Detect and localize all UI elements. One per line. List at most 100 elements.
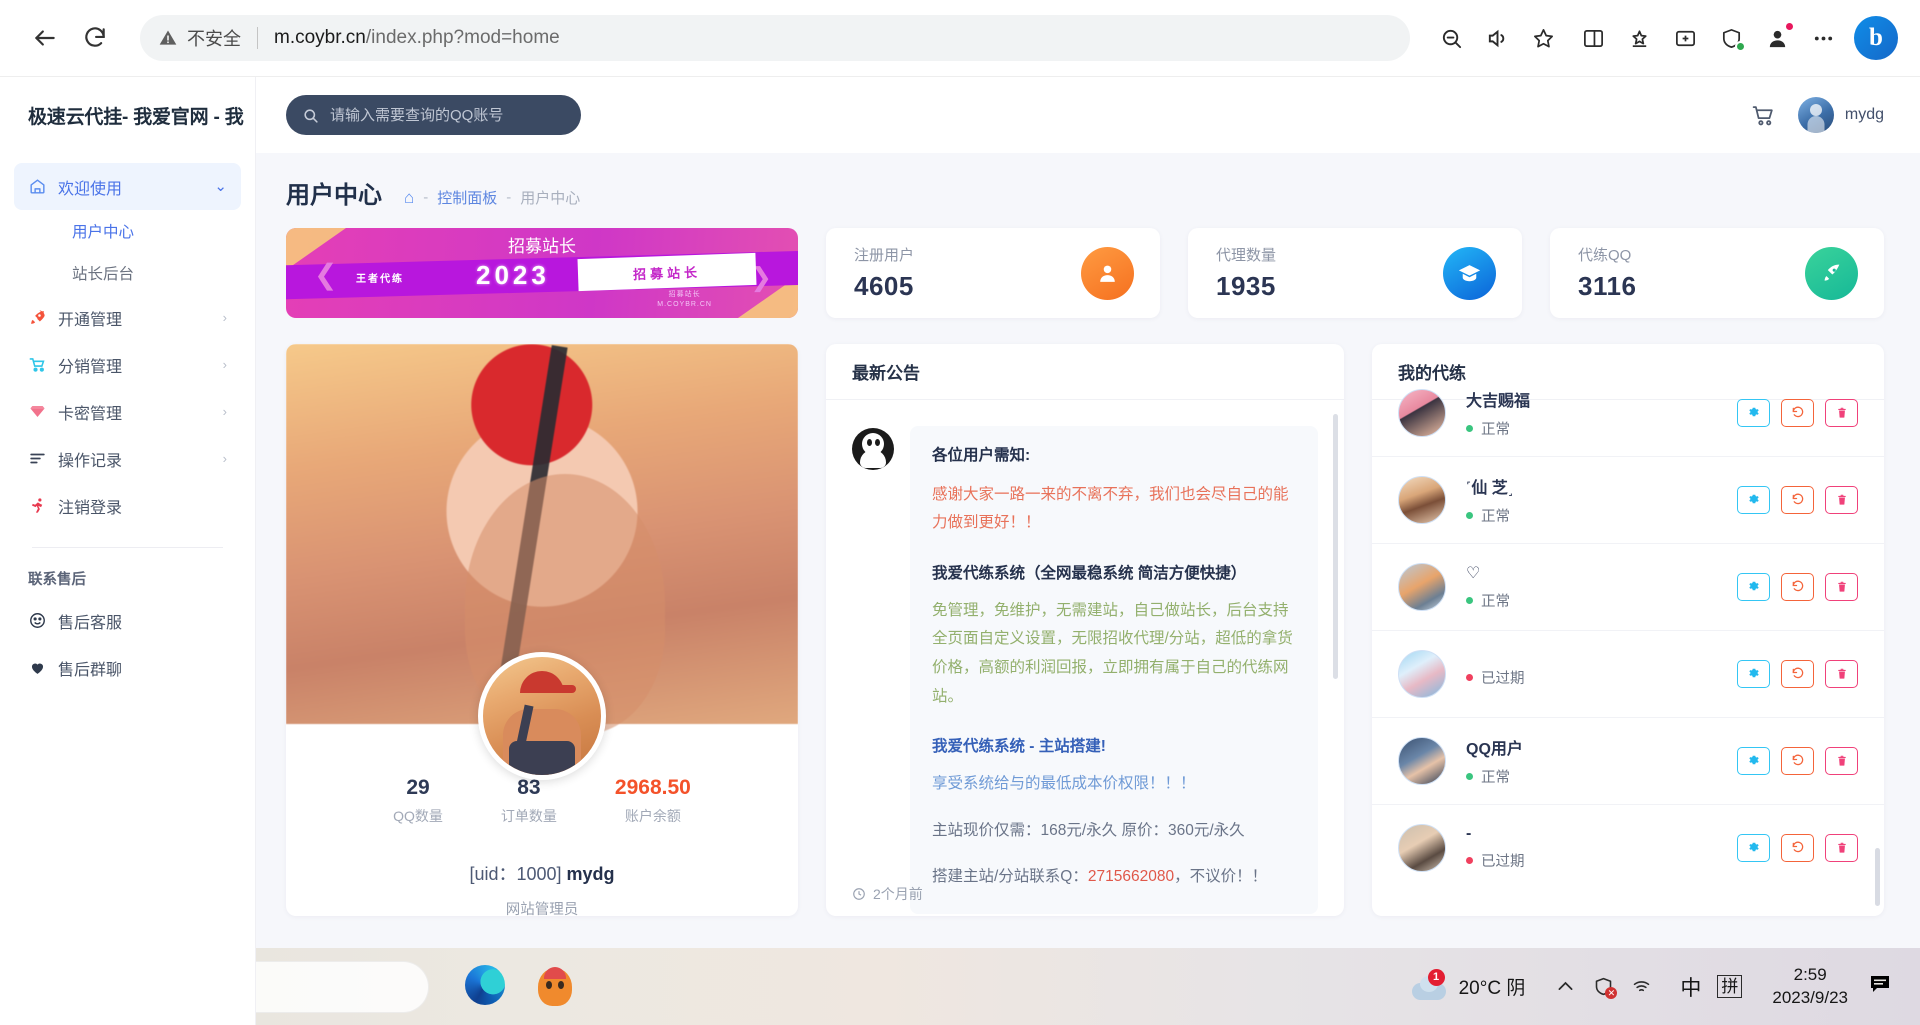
sidebar-item-label: 操作记录 [58,452,123,470]
banner-year: 2023 [476,260,550,290]
back-button[interactable] [22,15,68,61]
security-shield-button[interactable] [1708,15,1754,61]
url-divider [257,27,258,49]
wifi-icon[interactable] [1631,976,1652,997]
read-aloud-button[interactable] [1474,15,1520,61]
weather-badge: 1 [1427,968,1445,986]
sidebar-subitem-admin-backend[interactable]: 站长后台 [14,252,241,294]
undo-icon[interactable] [1781,660,1814,688]
agent-actions [1737,399,1858,427]
sidebar-item-activation[interactable]: 开通管理 › [14,294,241,341]
address-bar[interactable]: 不安全 m.coybr.cn/index.php?mod=home [140,15,1410,61]
windows-taskbar: 搜索 1 20°C 阴 ✕ [0,948,1920,1025]
sidebar-item-operation-log[interactable]: 操作记录 › [14,435,241,482]
stat-value: 4605 [854,271,914,301]
qq-search-box[interactable] [286,95,581,135]
weather-widget[interactable]: 1 20°C 阴 [1396,958,1542,1016]
banner-chevron-left-icon: ❮ [314,259,338,290]
ime-indicator[interactable]: 中 拼 [1666,972,1756,1002]
status-dot [1466,674,1473,681]
list-icon [28,449,58,468]
banner-left-tag: 王者代练 [356,274,404,285]
shopping-cart-icon[interactable] [1751,103,1776,128]
settings-more-button[interactable] [1800,15,1846,61]
split-screen-button[interactable] [1570,15,1616,61]
list-item[interactable]: ˹仙 芝˼ 正常 [1372,457,1884,544]
agents-scrollbar[interactable] [1875,848,1880,906]
collections-icon [1631,29,1647,47]
browser-essentials-button[interactable] [1662,15,1708,61]
trash-icon[interactable] [1825,747,1858,775]
edge-browser-icon[interactable] [465,964,509,1009]
gear-icon[interactable] [1737,573,1770,601]
dashboard-row: 29 QQ数量 83 订单数量 2968.50 账户余额 [uid：1000] … [286,344,1884,916]
sidebar-item-distribution[interactable]: 分销管理 › [14,341,241,388]
banner-domain: 招募站长 M.COYBR.CN [657,290,712,310]
breadcrumb-parent[interactable]: 控制面板 [437,187,497,208]
ime-language: 中 [1680,976,1702,1000]
gear-icon[interactable] [1737,834,1770,862]
reload-button[interactable] [72,15,118,61]
list-item[interactable]: QQ用户 正常 [1372,718,1884,805]
sidebar-item-support-group[interactable]: 售后群聊 [14,644,241,691]
split-screen-icon [1583,29,1603,47]
sidebar-item-support-service[interactable]: 售后客服 [14,597,241,644]
trash-icon[interactable] [1825,399,1858,427]
omnibox-actions [1428,15,1566,61]
notice-scrollbar[interactable] [1333,414,1338,679]
search-input[interactable] [330,106,565,124]
undo-icon[interactable] [1781,834,1814,862]
trash-icon[interactable] [1825,573,1858,601]
list-item[interactable]: 已过期 [1372,631,1884,718]
list-item[interactable]: 大吉赐福 正常 [1372,370,1884,457]
list-item[interactable]: - 已过期 [1372,805,1884,886]
profile-button[interactable] [1754,15,1800,61]
user-menu[interactable]: mydg [1797,97,1884,133]
gear-icon[interactable] [1737,486,1770,514]
sidebar-item-label: 开通管理 [58,311,123,329]
back-arrow-icon [35,30,55,46]
shield-alert-icon[interactable]: ✕ [1593,976,1618,999]
trash-icon[interactable] [1825,486,1858,514]
status-text: 正常 [1481,594,1510,610]
trash-icon[interactable] [1825,660,1858,688]
notice-body: 各位用户需知: 感谢大家一路一来的不离不弃，我们也会尽自己的能力做到更好！！ 我… [826,400,1344,916]
sidebar-item-logout[interactable]: 注销登录 [14,482,241,529]
gear-icon[interactable] [1737,399,1770,427]
brand-title: 极速云代挂- 我爱官网 - 我 [28,106,244,128]
status-badge: 正常 [1466,766,1717,787]
sidebar-item-welcome[interactable]: 欢迎使用 ⌄ [14,163,241,210]
clock[interactable]: 2:59 2023/9/23 [1756,964,1864,1010]
trash-icon[interactable] [1825,834,1858,862]
gear-icon[interactable] [1737,660,1770,688]
promo-banner[interactable]: ❮ ❯ 王者代练 2023 招募站长 招募站长 招募站长 M.COYBR.CN [286,228,798,318]
sidebar-support-menu: 售后客服 售后群聊 [0,597,255,691]
undo-icon[interactable] [1781,573,1814,601]
copilot-button[interactable]: b [1854,16,1898,60]
profile-stat-label: 账户余额 [624,808,681,824]
run-icon [28,496,58,515]
qq-app-icon[interactable] [535,965,579,1009]
favorite-button[interactable] [1520,15,1566,61]
agents-card: 我的代练 大吉赐福 正常 ˹仙 芝˼ 正常 ♡ 正常 已过期 QQ用户 正常 -… [1372,344,1884,916]
sidebar-item-card-secret[interactable]: 卡密管理 › [14,388,241,435]
undo-icon[interactable] [1781,486,1814,514]
home-icon[interactable]: ⌂ [404,189,414,206]
agent-info: QQ用户 正常 [1466,735,1717,787]
profile-stat-order-count: 83 订单数量 [501,776,557,826]
collections-button[interactable] [1616,15,1662,61]
profile-uid-name: mydg [566,864,615,884]
sidebar-subitem-user-center[interactable]: 用户中心 [14,210,241,252]
undo-icon[interactable] [1781,747,1814,775]
chevron-up-icon[interactable] [1555,976,1576,997]
banner-plate-text: 招募站长 [632,264,702,282]
notification-icon[interactable] [1864,972,1906,1001]
notice-heading-2: 我爱代练系统 - 主站搭建! [932,738,1106,756]
ime-mode: 拼 [1717,974,1743,999]
undo-icon[interactable] [1781,399,1814,427]
agent-info: 已过期 [1466,660,1717,688]
gear-icon[interactable] [1737,747,1770,775]
zoom-out-button[interactable] [1428,15,1474,61]
sidebar-item-label: 欢迎使用 [58,180,123,198]
list-item[interactable]: ♡ 正常 [1372,544,1884,631]
